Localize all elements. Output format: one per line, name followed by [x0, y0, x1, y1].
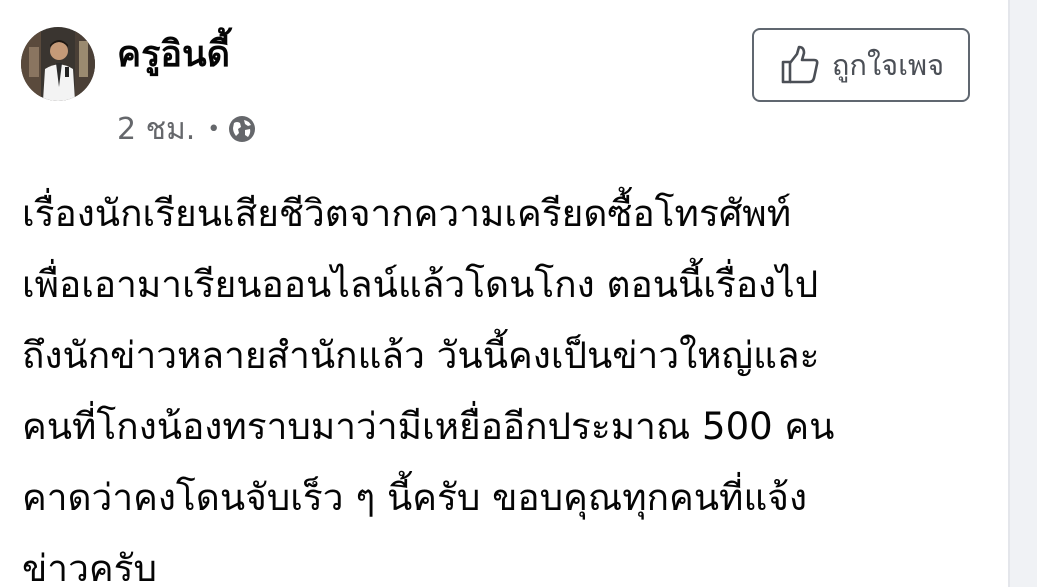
post-body: เรื่องนักเรียนเสียชีวิตจากความเครียดซื้อ… [22, 178, 1006, 587]
post-text-line: เรื่องนักเรียนเสียชีวิตจากความเครียดซื้อ… [22, 192, 792, 235]
post-text-line: ถึงนักข่าวหลายสำนักแล้ว วันนี้คงเป็นข่าว… [22, 334, 820, 377]
like-page-button[interactable]: ถูกใจเพจ [752, 28, 970, 102]
author-name[interactable]: ครูอินดี้ [117, 33, 230, 76]
like-page-label: ถูกใจเพจ [831, 48, 945, 82]
avatar-photo [21, 27, 95, 101]
thumbs-up-icon [778, 43, 822, 87]
post-text-line: เพื่อเอามาเรียนออนไลน์แล้วโดนโกง ตอนนี้เ… [22, 263, 819, 306]
post-timestamp[interactable]: 2 ชม. [117, 106, 195, 153]
avatar[interactable] [21, 27, 95, 101]
post-text-line: คาดว่าคงโดนจับเร็ว ๆ นี้ครับ ขอบคุณทุกคน… [22, 476, 808, 519]
meta-separator: • [207, 116, 221, 142]
post-text-line: ข่าวครับ [22, 547, 157, 587]
globe-icon[interactable] [228, 115, 256, 143]
side-panel [1010, 0, 1037, 587]
post-card: ครูอินดี้ 2 ชม. • ถูกใจเพจ เรื่องนักเรีย… [0, 0, 1008, 587]
post-text-line: คนที่โกงน้องทราบมาว่ามีเหยื่ออีกประมาณ 5… [22, 405, 835, 448]
post-meta: 2 ชม. • [117, 107, 256, 151]
